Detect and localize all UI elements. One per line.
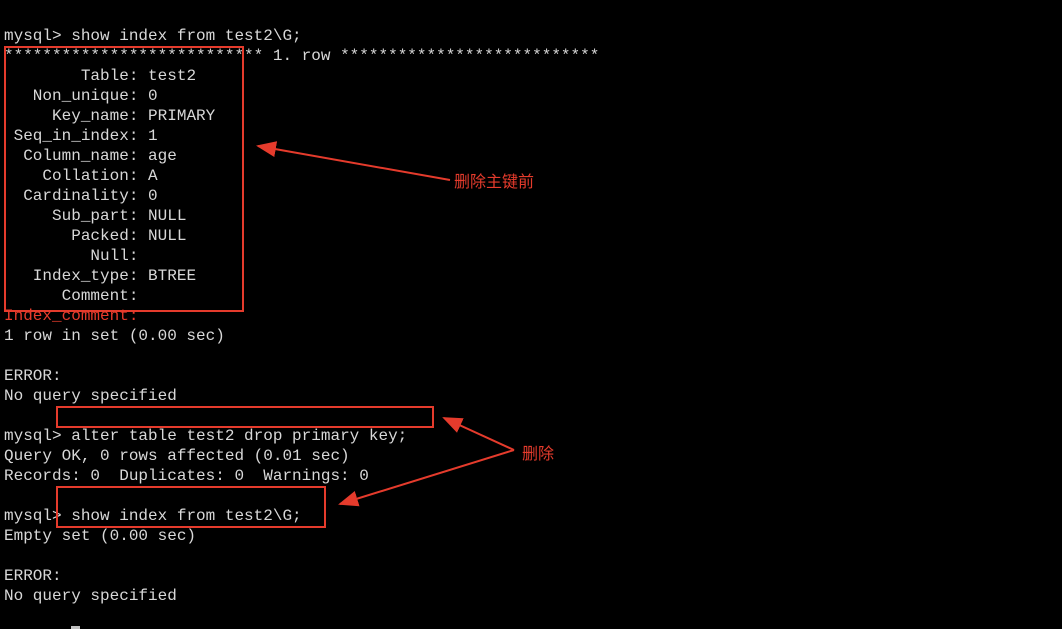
- field-row: Seq_in_index: 1: [4, 127, 158, 145]
- field-row: Column_name: age: [4, 147, 177, 165]
- field-row: Packed: NULL: [4, 227, 186, 245]
- field-row: Key_name: PRIMARY: [4, 107, 215, 125]
- field-row: Cardinality: 0: [4, 187, 158, 205]
- field-row: Table: test2: [4, 67, 196, 85]
- field-row: Collation: A: [4, 167, 158, 185]
- query-ok: Query OK, 0 rows affected (0.01 sec): [4, 447, 350, 465]
- records-line: Records: 0 Duplicates: 0 Warnings: 0: [4, 467, 369, 485]
- prompt-2[interactable]: mysql> alter table test2 drop primary ke…: [4, 427, 407, 445]
- error-label: ERROR:: [4, 367, 62, 385]
- field-row: Comment:: [4, 287, 148, 305]
- annotation-label-before: 删除主键前: [454, 168, 534, 192]
- prompt-3[interactable]: mysql> show index from test2\G;: [4, 507, 302, 525]
- command-1: show index from test2\G;: [71, 27, 301, 45]
- terminal-output: mysql> show index from test2\G; ********…: [0, 0, 1062, 629]
- command-3: show index from test2\G;: [71, 507, 301, 525]
- field-row: Null:: [4, 247, 148, 265]
- no-query-msg: No query specified: [4, 387, 177, 405]
- row-separator: *************************** 1. row *****…: [4, 47, 599, 65]
- field-row: Non_unique: 0: [4, 87, 158, 105]
- prompt-1[interactable]: mysql> show index from test2\G;: [4, 27, 302, 45]
- annotation-label-delete: 删除: [522, 440, 554, 464]
- command-2: alter table test2 drop primary key;: [71, 427, 407, 445]
- index-comment-label: Index_comment:: [4, 307, 138, 325]
- rows-in-set: 1 row in set (0.00 sec): [4, 327, 225, 345]
- field-row: Sub_part: NULL: [4, 207, 186, 225]
- no-query-msg-2: No query specified: [4, 587, 177, 605]
- field-row: Index_type: BTREE: [4, 267, 196, 285]
- field-row: Index_comment:: [4, 307, 138, 325]
- empty-set: Empty set (0.00 sec): [4, 527, 196, 545]
- error-label-2: ERROR:: [4, 567, 62, 585]
